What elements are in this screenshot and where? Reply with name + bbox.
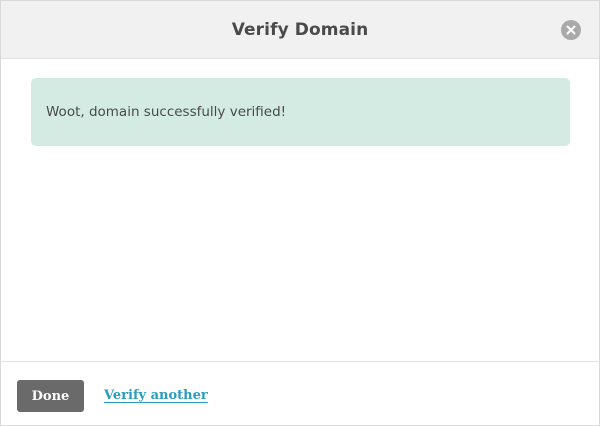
success-alert: Woot, domain successfully verified!	[31, 78, 570, 146]
close-button[interactable]	[561, 20, 581, 40]
success-message: Woot, domain successfully verified!	[46, 104, 287, 120]
verify-domain-dialog: Verify Domain Woot, domain successfully …	[0, 0, 600, 426]
done-button[interactable]: Done	[17, 380, 84, 412]
dialog-footer: Done Verify another	[1, 361, 599, 425]
close-icon	[566, 25, 576, 35]
dialog-body: Woot, domain successfully verified!	[1, 59, 599, 361]
dialog-title: Verify Domain	[231, 19, 369, 40]
verify-another-link[interactable]: Verify another	[104, 388, 208, 403]
dialog-header: Verify Domain	[1, 1, 599, 59]
